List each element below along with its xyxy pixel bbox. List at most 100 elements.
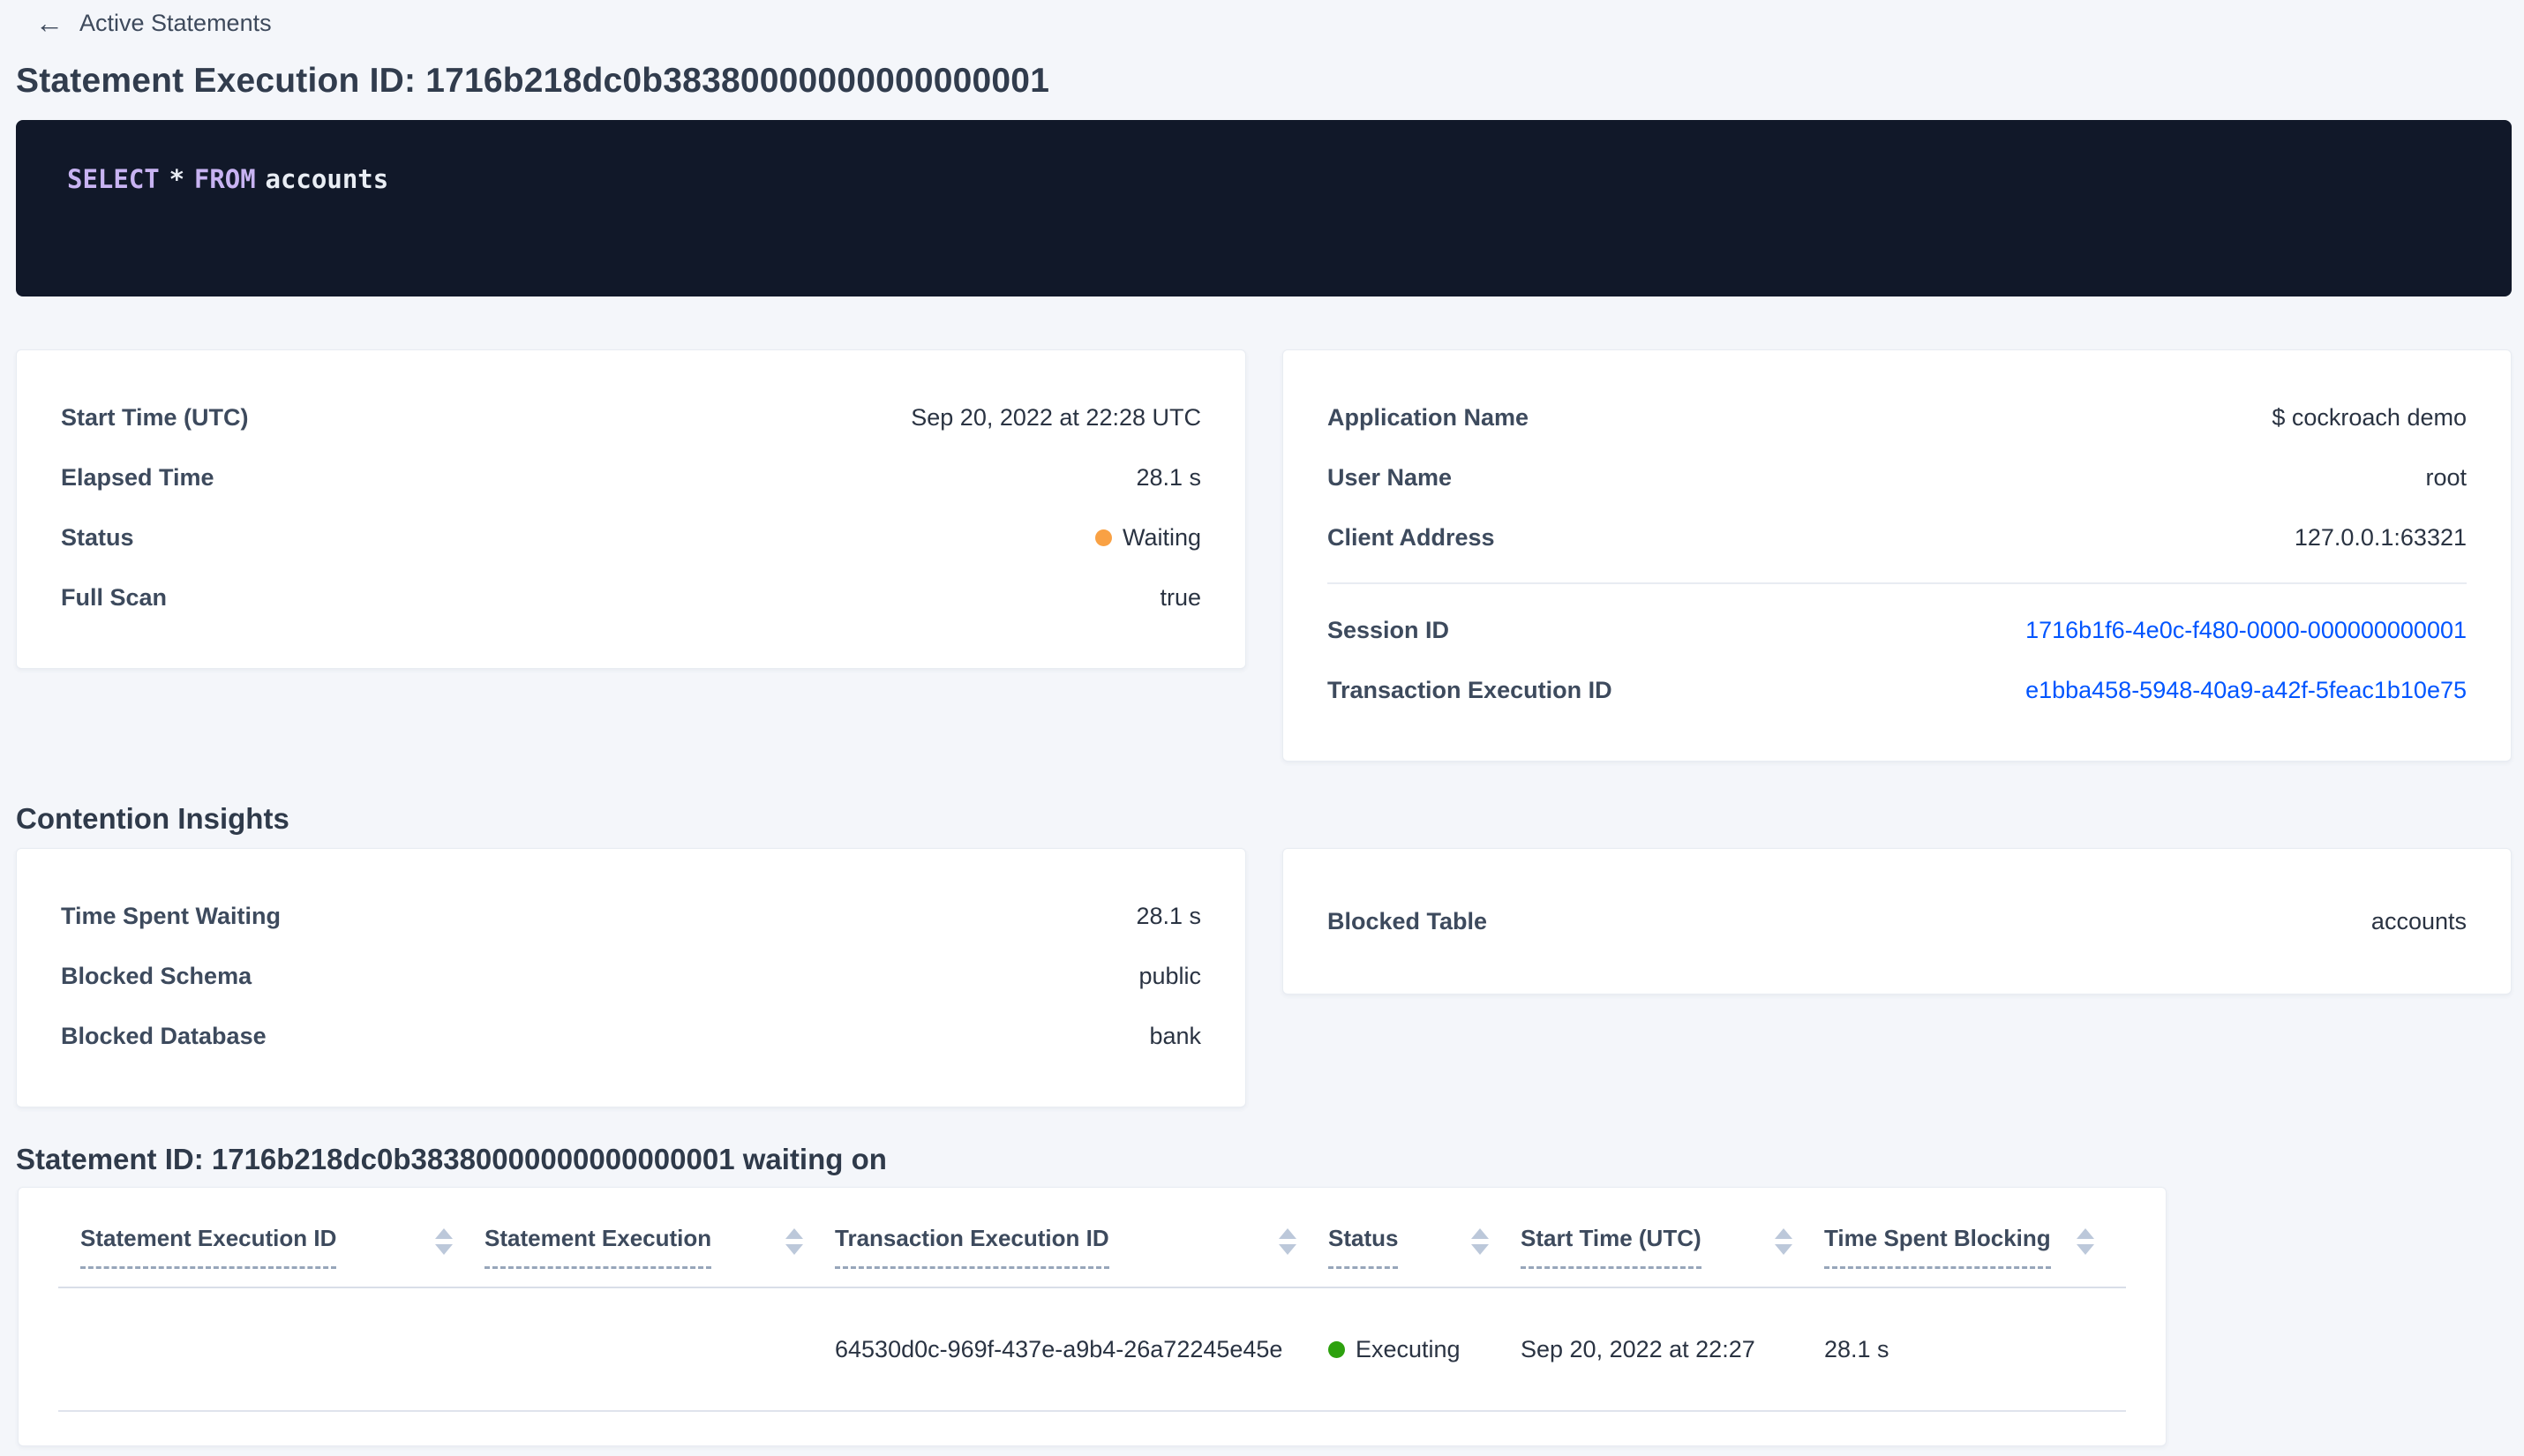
- column-header-statement-execution[interactable]: Statement Execution: [485, 1225, 835, 1269]
- sql-keyword: FROM: [193, 164, 256, 194]
- status-row: Status Waiting: [61, 507, 1201, 567]
- contention-details-card: Time Spent Waiting 28.1 s Blocked Schema…: [16, 848, 1246, 1107]
- status-value: Waiting: [1094, 523, 1201, 552]
- waiting-on-table: Statement Execution ID Statement Executi…: [18, 1187, 2167, 1446]
- column-label[interactable]: Status: [1328, 1225, 1399, 1269]
- transaction-execution-id-row: Transaction Execution ID e1bba458-5948-4…: [1327, 660, 2467, 720]
- elapsed-time-label: Elapsed Time: [61, 463, 214, 491]
- user-name-value: root: [2425, 463, 2467, 491]
- sql-statement-box: SELECT * FROM accounts: [16, 120, 2512, 296]
- client-address-label: Client Address: [1327, 523, 1495, 551]
- user-name-label: User Name: [1327, 463, 1453, 491]
- sort-up-arrow-icon: [1775, 1228, 1792, 1239]
- sort-icon[interactable]: [785, 1228, 803, 1255]
- breadcrumb-label: Active Statements: [79, 9, 272, 36]
- sort-up-arrow-icon: [1279, 1228, 1296, 1239]
- overview-cards-row: Start Time (UTC) Sep 20, 2022 at 22:28 U…: [16, 349, 2512, 762]
- blocked-schema-label: Blocked Schema: [61, 962, 252, 989]
- column-label[interactable]: Transaction Execution ID: [835, 1225, 1109, 1269]
- sort-icon[interactable]: [1775, 1228, 1792, 1255]
- start-time-label: Start Time (UTC): [61, 403, 249, 431]
- status-waiting-dot-icon: [1094, 529, 1112, 546]
- blocked-table-card: Blocked Table accounts: [1282, 848, 2512, 994]
- sort-down-arrow-icon: [1471, 1244, 1489, 1255]
- status-label: Status: [61, 523, 134, 551]
- start-time-value: Sep 20, 2022 at 22:28 UTC: [911, 403, 1201, 431]
- sort-up-arrow-icon: [785, 1228, 803, 1239]
- time-spent-waiting-label: Time Spent Waiting: [61, 902, 282, 929]
- table-header-row: Statement Execution ID Statement Executi…: [58, 1188, 2126, 1288]
- column-header-transaction-execution-id[interactable]: Transaction Execution ID: [835, 1225, 1328, 1269]
- contention-cards-row: Time Spent Waiting 28.1 s Blocked Schema…: [16, 848, 2512, 1107]
- column-label[interactable]: Statement Execution ID: [80, 1225, 337, 1269]
- blocked-database-row: Blocked Database bank: [61, 1006, 1201, 1066]
- full-scan-label: Full Scan: [61, 583, 168, 611]
- sort-icon[interactable]: [1471, 1228, 1489, 1255]
- transaction-execution-id-label: Transaction Execution ID: [1327, 676, 1612, 703]
- session-id-label: Session ID: [1327, 616, 1450, 643]
- table-row: 64530d0c-969f-437e-a9b4-26a72245e45e Exe…: [58, 1288, 2126, 1412]
- statement-overview-card: Start Time (UTC) Sep 20, 2022 at 22:28 U…: [16, 349, 1246, 669]
- client-address-value: 127.0.0.1:63321: [2294, 523, 2467, 551]
- sort-down-arrow-icon: [1279, 1244, 1296, 1255]
- session-id-row: Session ID 1716b1f6-4e0c-f480-0000-00000…: [1327, 600, 2467, 660]
- card-divider: [1327, 582, 2467, 584]
- transaction-execution-id-link[interactable]: e1bba458-5948-40a9-a42f-5feac1b10e75: [2025, 677, 2467, 704]
- back-arrow-icon: ←: [35, 7, 64, 39]
- blocked-database-label: Blocked Database: [61, 1022, 267, 1049]
- sort-icon[interactable]: [435, 1228, 453, 1255]
- cell-transaction-execution-id: 64530d0c-969f-437e-a9b4-26a72245e45e: [835, 1335, 1283, 1362]
- full-scan-value: true: [1160, 583, 1201, 611]
- sort-icon[interactable]: [1279, 1228, 1296, 1255]
- column-header-statement-execution-id[interactable]: Statement Execution ID: [80, 1225, 485, 1269]
- sort-up-arrow-icon: [2077, 1228, 2094, 1239]
- row-status-text: Executing: [1356, 1335, 1461, 1362]
- blocked-table-row: Blocked Table accounts: [1327, 891, 2467, 951]
- application-name-value: $ cockroach demo: [2272, 403, 2467, 431]
- sql-statement-text: SELECT * FROM accounts: [67, 164, 388, 194]
- blocked-database-value: bank: [1149, 1022, 1201, 1049]
- user-name-row: User Name root: [1327, 447, 2467, 507]
- time-spent-waiting-value: 28.1 s: [1136, 902, 1201, 929]
- blocked-schema-value: public: [1138, 962, 1201, 989]
- column-label[interactable]: Time Spent Blocking: [1824, 1225, 2051, 1269]
- column-label[interactable]: Start Time (UTC): [1521, 1225, 1701, 1269]
- elapsed-time-row: Elapsed Time 28.1 s: [61, 447, 1201, 507]
- application-name-label: Application Name: [1327, 403, 1529, 431]
- row-status: Executing: [1328, 1336, 1489, 1363]
- cell-time-spent-blocking: 28.1 s: [1824, 1335, 1889, 1362]
- application-name-row: Application Name $ cockroach demo: [1327, 387, 2467, 447]
- full-scan-row: Full Scan true: [61, 567, 1201, 627]
- sort-down-arrow-icon: [435, 1244, 453, 1255]
- sort-down-arrow-icon: [2077, 1244, 2094, 1255]
- session-id-link[interactable]: 1716b1f6-4e0c-f480-0000-000000000001: [2025, 617, 2467, 644]
- sql-star: *: [169, 164, 185, 194]
- column-label[interactable]: Statement Execution: [485, 1225, 712, 1269]
- column-header-status[interactable]: Status: [1328, 1225, 1521, 1269]
- session-details-card: Application Name $ cockroach demo User N…: [1282, 349, 2512, 762]
- sql-keyword: SELECT: [67, 164, 160, 194]
- sort-down-arrow-icon: [1775, 1244, 1792, 1255]
- sort-down-arrow-icon: [785, 1244, 803, 1255]
- sql-table-name: accounts: [265, 164, 389, 194]
- sort-up-arrow-icon: [1471, 1228, 1489, 1239]
- status-executing-dot-icon: [1328, 1340, 1345, 1358]
- cell-start-time: Sep 20, 2022 at 22:27: [1521, 1335, 1755, 1362]
- status-text: Waiting: [1122, 523, 1201, 551]
- cell-status: Executing: [1328, 1336, 1521, 1363]
- column-header-time-spent-blocking[interactable]: Time Spent Blocking: [1824, 1225, 2126, 1269]
- time-spent-waiting-row: Time Spent Waiting 28.1 s: [61, 886, 1201, 946]
- sort-icon[interactable]: [2077, 1228, 2094, 1255]
- contention-insights-heading: Contention Insights: [16, 802, 289, 835]
- client-address-row: Client Address 127.0.0.1:63321: [1327, 507, 2467, 567]
- elapsed-time-value: 28.1 s: [1136, 463, 1201, 491]
- blocked-table-label: Blocked Table: [1327, 907, 1488, 934]
- column-header-start-time[interactable]: Start Time (UTC): [1521, 1225, 1824, 1269]
- blocked-schema-row: Blocked Schema public: [61, 946, 1201, 1006]
- waiting-on-heading: Statement ID: 1716b218dc0b38380000000000…: [16, 1143, 887, 1175]
- page-title: Statement Execution ID: 1716b218dc0b3838…: [16, 62, 1050, 100]
- sort-up-arrow-icon: [435, 1228, 453, 1239]
- start-time-row: Start Time (UTC) Sep 20, 2022 at 22:28 U…: [61, 387, 1201, 447]
- blocked-table-value: accounts: [2370, 907, 2467, 934]
- breadcrumb-back-link[interactable]: ← Active Statements: [0, 0, 272, 37]
